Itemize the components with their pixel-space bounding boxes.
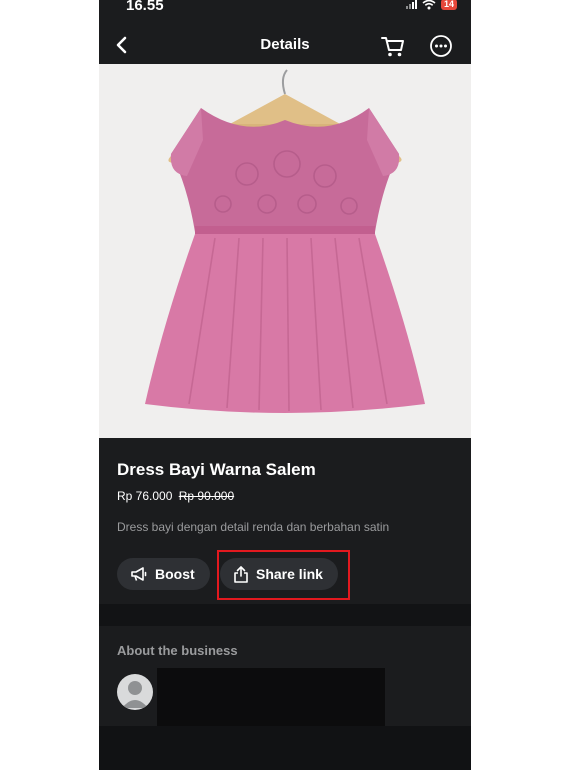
dress-photo [99, 64, 471, 438]
person-icon [122, 681, 148, 708]
boost-label: Boost [155, 566, 195, 582]
signal-icon [405, 0, 417, 9]
share-link-highlight-box [217, 550, 350, 600]
original-price: Rp 90.000 [178, 489, 235, 503]
price-row: Rp 76.000 Rp 90.000 [117, 489, 234, 503]
about-title: About the business [117, 643, 238, 658]
avatar[interactable] [117, 674, 153, 710]
bottom-bar [99, 726, 471, 770]
battery-icon: 14 [440, 0, 457, 10]
phone-screen: 16.55 14 Details Dress Bayi Warna Salem … [99, 0, 471, 770]
product-image[interactable] [99, 64, 471, 438]
current-price: Rp 76.000 [117, 489, 173, 503]
wifi-icon [422, 0, 436, 10]
megaphone-icon [131, 567, 147, 581]
redacted-business-info [157, 668, 385, 730]
boost-button[interactable]: Boost [117, 558, 210, 590]
product-info: Dress Bayi Warna Salem Rp 76.000 Rp 90.0… [99, 438, 471, 604]
status-icons: 14 [405, 0, 457, 10]
page-title: Details [260, 36, 310, 53]
section-divider [99, 604, 471, 626]
cart-icon[interactable] [379, 32, 407, 60]
status-bar: 16.55 14 [99, 0, 471, 16]
more-options-icon[interactable] [427, 32, 455, 60]
product-title: Dress Bayi Warna Salem [117, 460, 316, 479]
status-time: 16.55 [126, 0, 164, 14]
top-navigation: Details [99, 28, 471, 64]
product-description: Dress bayi dengan detail renda dan berba… [117, 520, 390, 534]
